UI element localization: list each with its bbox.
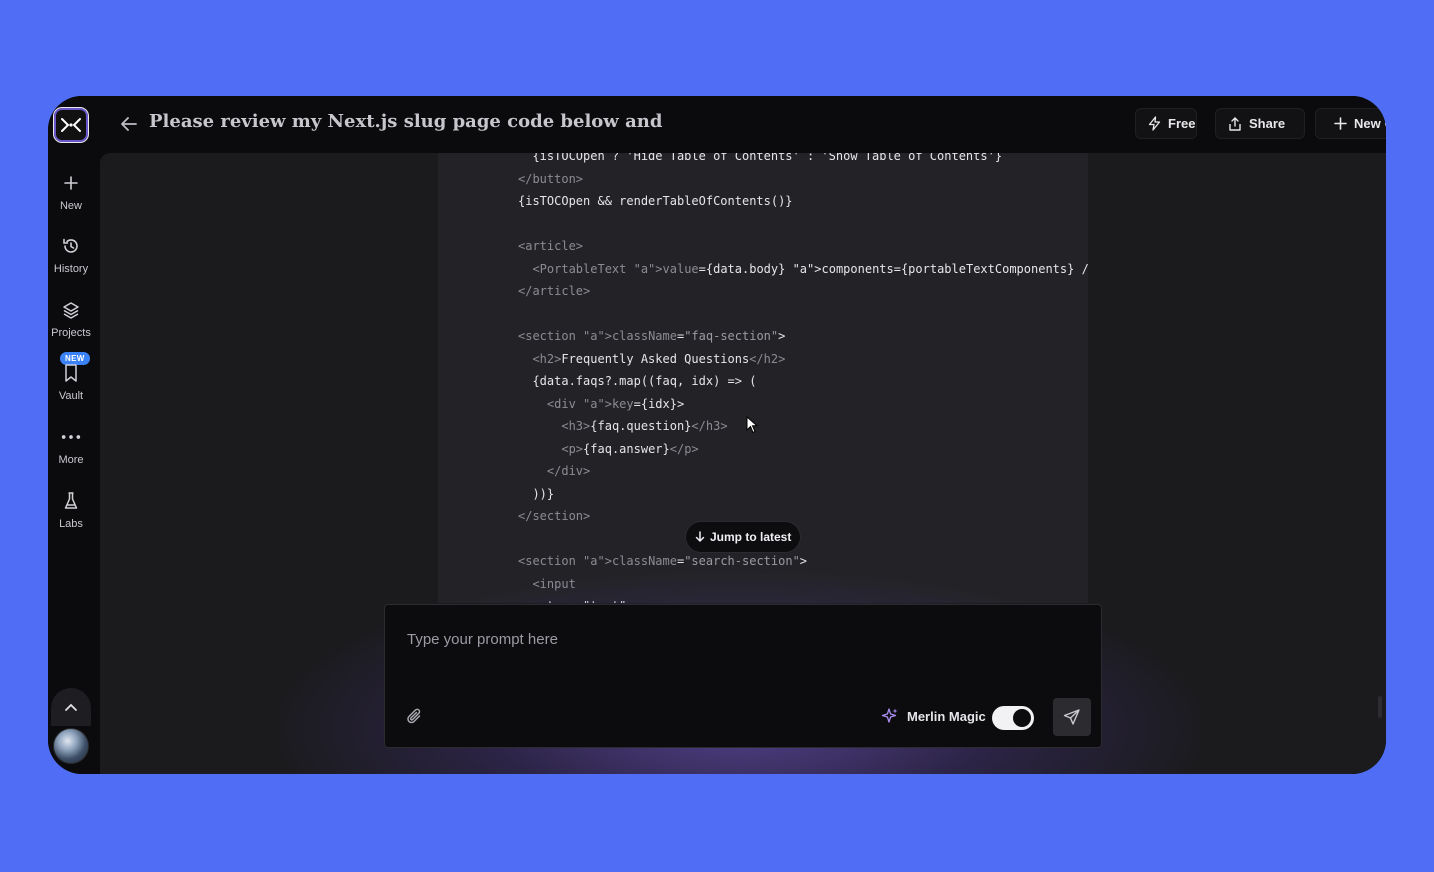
flask-icon: [60, 490, 82, 512]
sidebar-item-history[interactable]: History: [48, 235, 94, 275]
logo-icon: [61, 118, 81, 132]
arrow-down-icon: [695, 531, 705, 542]
page-title: Please review my Next.js slug page code …: [149, 111, 663, 132]
avatar[interactable]: [53, 728, 89, 764]
app-window: New History Projects NEW Vault More Labs…: [48, 96, 1386, 774]
code-line: <div "a">key={idx}>: [546, 396, 685, 411]
sidebar-item-label: More: [58, 454, 84, 466]
send-icon: [1063, 709, 1080, 725]
share-label: Share: [1249, 116, 1286, 131]
new-chat-label: New Chat: [1354, 116, 1386, 131]
jump-label: Jump to latest: [710, 530, 792, 544]
code-line: ))}: [518, 486, 555, 501]
code-line: <section "a">className="faq-section">: [518, 329, 786, 343]
code-line: <input: [532, 576, 576, 591]
sidebar-item-projects[interactable]: Projects: [48, 299, 94, 339]
code-line: {data.faqs?.map((faq, idx) => (: [518, 374, 757, 388]
back-arrow-icon[interactable]: [118, 113, 140, 135]
code-lines: {isTOCOpen ? 'Hide Table of Contents' : …: [518, 153, 1088, 603]
bolt-icon: [1148, 116, 1161, 131]
code-line: </section>: [518, 509, 591, 523]
send-button[interactable]: [1053, 698, 1091, 736]
plus-icon: [60, 172, 82, 194]
new-chat-button[interactable]: New Chat: [1315, 108, 1386, 139]
free-label: Free: [1168, 116, 1196, 131]
sidebar-item-label: Projects: [51, 327, 91, 339]
code-line: </article>: [518, 284, 591, 298]
code-line: {isTOCOpen && renderTableOfContents()}: [518, 194, 793, 208]
chevron-up-icon: [65, 703, 77, 711]
sidebar-item-label: History: [53, 263, 89, 275]
share-button[interactable]: Share: [1215, 108, 1305, 139]
prompt-input[interactable]: [407, 627, 1067, 651]
code-line: <article>: [518, 239, 584, 253]
sidebar-item-more[interactable]: More: [48, 426, 94, 466]
scrollbar[interactable]: [1378, 696, 1382, 718]
bookmark-icon: [60, 362, 82, 384]
mouse-cursor-icon: [746, 416, 758, 434]
app-logo[interactable]: [53, 107, 89, 143]
share-icon: [1229, 116, 1241, 131]
chat-header: Please review my Next.js slug page code …: [100, 96, 1386, 152]
code-line: <p>{faq.answer}</p>: [561, 441, 699, 456]
free-plan-button[interactable]: Free: [1135, 108, 1197, 139]
sidebar-item-labs[interactable]: Labs: [48, 490, 94, 530]
sidebar-item-new[interactable]: New: [48, 172, 94, 212]
code-line: {isTOCOpen ? 'Hide Table of Contents' : …: [518, 153, 1003, 163]
toggle-knob: [1013, 709, 1031, 727]
code-line: <h3>{faq.question}</h3>: [561, 419, 728, 433]
code-line: <PortableText "a">value={data.body} "a">…: [532, 261, 1088, 276]
sidebar-item-vault[interactable]: Vault: [48, 362, 94, 402]
code-line: </div>: [546, 464, 591, 478]
merlin-magic-toggle[interactable]: [992, 706, 1034, 730]
prompt-box: Merlin Magic: [384, 604, 1102, 748]
merlin-magic: Merlin Magic: [881, 707, 986, 725]
chat-area: {isTOCOpen ? 'Hide Table of Contents' : …: [100, 153, 1386, 774]
code-line: <h2>Frequently Asked Questions</h2>: [532, 351, 786, 366]
history-icon: [60, 235, 82, 257]
merlin-magic-label: Merlin Magic: [907, 708, 986, 724]
sidebar-item-label: New: [59, 200, 82, 212]
sidebar-item-label: Vault: [58, 390, 84, 402]
code-line: <section "a">className="search-section">: [518, 554, 808, 568]
sparkles-icon: [881, 708, 898, 723]
layers-icon: [60, 299, 82, 321]
plus-icon: [1334, 117, 1347, 130]
more-dots-icon: [60, 426, 82, 448]
paperclip-icon[interactable]: [405, 707, 427, 729]
jump-to-latest-button[interactable]: Jump to latest: [686, 522, 801, 552]
code-line: </button>: [518, 171, 584, 186]
sidebar: New History Projects NEW Vault More Labs: [48, 96, 100, 774]
sidebar-item-label: Labs: [59, 518, 83, 530]
code-line: type="text": [518, 595, 1088, 603]
expand-up-button[interactable]: [51, 688, 91, 726]
